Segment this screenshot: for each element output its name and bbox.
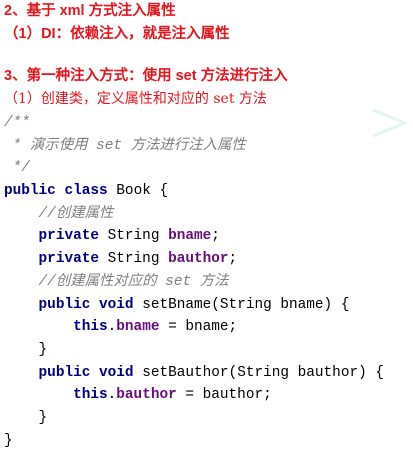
keyword-public: public <box>38 364 91 381</box>
setbname-signature: public void setBname(String bname) { <box>4 294 384 317</box>
doc-comment-open: /** <box>4 115 30 131</box>
setbauthor-close-brace: } <box>38 409 48 426</box>
keyword-class: class <box>64 183 108 200</box>
comment-create-attr: //创建属性 <box>38 205 114 222</box>
paragraph-create-class: （1）创建类，定义属性和对应的 set 方法 <box>4 91 267 107</box>
comment-create-setter-line: //创建属性对应的 set 方法 <box>4 271 384 294</box>
keyword-this: this <box>73 319 108 336</box>
setbauthor-body: this.bauthor = bauthor; <box>73 387 272 404</box>
keyword-private: private <box>38 251 99 268</box>
keyword-void: void <box>99 364 134 381</box>
field-bname-declaration: private String bname; <box>38 228 220 245</box>
section-heading-set-injection: 3、第一种注入方式：使用 set 方法进行注入 <box>4 68 288 84</box>
section-heading-xml-injection: 2、基于 xml 方式注入属性 <box>4 3 176 19</box>
keyword-public: public <box>38 296 91 313</box>
doc-comment-body: * 演示使用 set 方法进行注入属性 <box>4 137 246 154</box>
subheading-di: （1）DI：依赖注入，就是注入属性 <box>4 26 230 42</box>
field-bname: bname <box>168 228 212 245</box>
field-bname: bname <box>116 319 160 336</box>
class-close-brace: } <box>4 432 13 449</box>
class-name: Book { <box>107 183 169 200</box>
setbname-close-brace: } <box>38 341 48 358</box>
setbname-body: this.bname = bname; <box>73 319 238 336</box>
field-bauthor: bauthor <box>116 387 177 404</box>
keyword-void: void <box>99 296 134 313</box>
comment-create-setter: //创建属性对应的 set 方法 <box>38 273 229 290</box>
field-bauthor-declaration: private String bauthor; <box>38 251 238 268</box>
keyword-private: private <box>38 228 99 245</box>
code-block: /** * 演示使用 set 方法进行注入属性 */ public class B… <box>4 112 384 452</box>
setbauthor-method: setBauthor(String bauthor) { <box>133 364 385 381</box>
setbauthor-signature: public void setBauthor(String bauthor) { <box>4 362 384 385</box>
keyword-this: this <box>73 387 108 404</box>
doc-comment-close: */ <box>4 160 30 177</box>
field-bauthor: bauthor <box>168 251 229 268</box>
comment-create-attr-line: //创建属性 <box>4 203 384 226</box>
keyword-public: public <box>4 183 56 200</box>
setbname-method: setBname(String bname) { <box>133 296 350 313</box>
class-declaration: public class Book { <box>4 180 384 203</box>
